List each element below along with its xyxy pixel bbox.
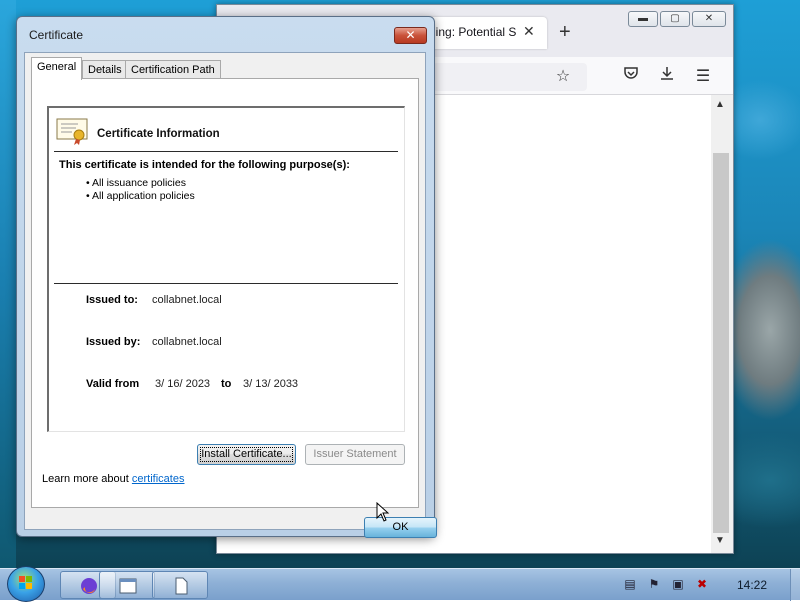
pocket-icon[interactable] [621,66,641,85]
show-desktop-button[interactable] [790,569,800,601]
list-item: • All application policies [86,190,195,202]
purpose-heading: This certificate is intended for the fol… [59,159,350,171]
certificate-icon [56,118,88,145]
new-tab-icon[interactable]: + [559,21,571,44]
menu-icon[interactable]: ☰ [693,66,713,86]
valid-to-value: 3/ 13/ 2033 [243,378,299,390]
start-button[interactable] [7,566,45,602]
certificate-dialog[interactable]: Certificate ✕ General Details Certificat… [16,16,437,538]
dialog-close-button[interactable]: ✕ [394,27,427,44]
window-icon [119,578,137,594]
general-tab-panel: Certificate Information This certificate… [31,78,419,508]
star-icon[interactable]: ☆ [553,66,573,86]
scroll-up-icon[interactable]: ▲ [715,99,725,110]
tab-details[interactable]: Details [82,60,128,79]
browser-scrollbar[interactable]: ▲ ▼ [711,95,733,553]
learn-more-label: Learn more about [42,473,129,485]
issued-by-value: collabnet.local [152,336,222,348]
ok-button[interactable]: OK [364,517,437,538]
taskbar: ▤ ⚑ ▣ ✖ 14:22 [0,566,800,602]
issued-to-value: collabnet.local [152,294,222,306]
browser-tab-title: ning: Potential S [429,25,517,39]
tab-certification-path[interactable]: Certification Path [125,60,221,79]
list-item: • All issuance policies [86,177,186,189]
valid-to-label: to [221,378,232,390]
document-icon [175,577,188,595]
certificates-link[interactable]: certificates [132,473,185,485]
install-certificate-button[interactable]: Install Certificate... [197,444,296,465]
info-heading: Certificate Information [97,128,220,140]
taskbar-document[interactable] [152,571,208,599]
valid-from-value: 3/ 16/ 2023 [155,378,211,390]
issued-by-label: Issued by: [86,336,141,348]
taskbar-window[interactable] [99,571,155,599]
tab-general[interactable]: General [31,57,83,80]
window-close-button[interactable]: ✕ [692,11,726,27]
firefox-icon [81,578,97,594]
clock[interactable]: 14:22 [737,578,767,592]
download-icon[interactable] [657,66,677,85]
maximize-button[interactable]: ▢ [660,11,690,27]
scroll-thumb[interactable] [713,153,729,533]
dialog-title: Certificate [29,28,84,42]
learn-more-text: Learn more about certificates [42,473,184,485]
purpose-list: • All issuance policies • All applicatio… [86,177,195,203]
divider [54,283,398,284]
valid-from-label: Valid from [86,378,140,390]
windows-logo-icon [19,576,32,589]
flag-icon[interactable]: ⚑ [647,577,661,591]
mouse-cursor-icon [376,502,390,522]
tab-close-icon[interactable]: ✕ [523,23,535,40]
volume-muted-icon[interactable]: ✖ [695,577,709,591]
monitor-icon[interactable]: ▣ [671,577,685,591]
divider [54,151,398,152]
desktop-edge [0,0,16,568]
scroll-down-icon[interactable]: ▼ [715,535,725,546]
certificate-info-box: Certificate Information This certificate… [47,106,405,432]
minimize-button[interactable]: ▬ [628,11,658,27]
issued-to-label: Issued to: [86,294,138,306]
network-status-icon[interactable]: ▤ [623,577,637,591]
issuer-statement-button[interactable]: Issuer Statement [305,444,405,465]
dialog-body: General Details Certification Path Certi… [24,52,437,538]
